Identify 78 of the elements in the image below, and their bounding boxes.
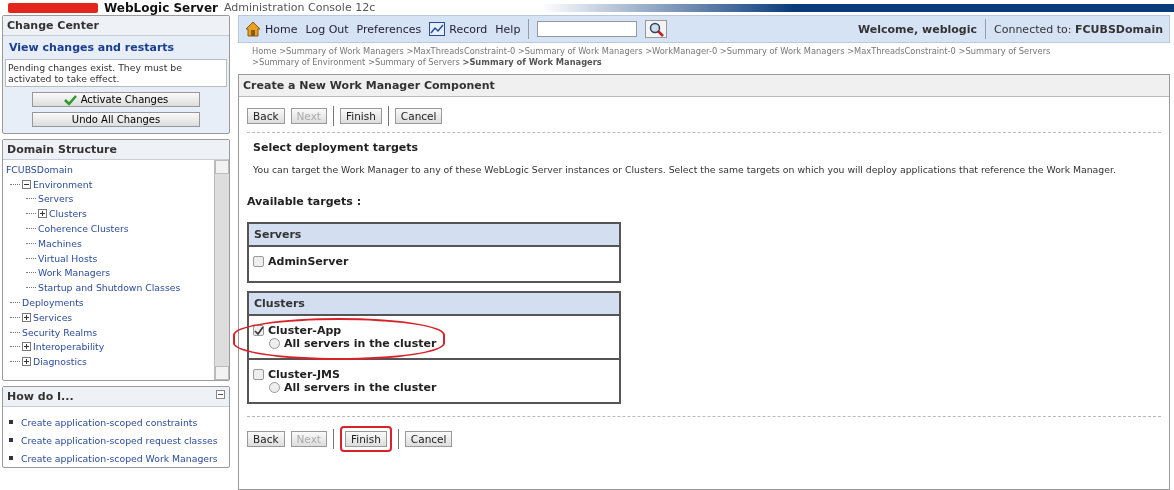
tree-link[interactable]: Startup and Shutdown Classes xyxy=(38,282,181,294)
wizard-button[interactable]: Finish xyxy=(344,431,387,447)
home-icon xyxy=(245,21,261,37)
target-name: AdminServer xyxy=(268,255,349,268)
tree-link[interactable]: Servers xyxy=(38,193,74,205)
collapse-icon xyxy=(216,390,225,399)
connection-text: Connected to: FCUBSDomain xyxy=(994,22,1163,36)
breadcrumb-link[interactable]: >Summary of Servers xyxy=(958,46,1051,56)
checkbox[interactable] xyxy=(253,325,264,336)
chart-icon xyxy=(429,22,446,36)
wizard-button[interactable]: Cancel xyxy=(404,431,453,447)
tree-link[interactable]: Coherence Clusters xyxy=(38,223,129,235)
bullet-icon xyxy=(9,420,13,424)
toolbar-link[interactable]: Log Out xyxy=(305,22,349,36)
breadcrumb-link[interactable]: >Summary of Work Managers xyxy=(279,46,404,56)
target-name: Cluster-JMS xyxy=(268,368,340,381)
tree-link[interactable]: Deployments xyxy=(22,297,84,309)
check-icon xyxy=(253,326,264,335)
toolbar-link[interactable]: Preferences xyxy=(356,22,422,36)
breadcrumb-link[interactable]: >MaxThreadsConstraint-0 xyxy=(406,46,516,56)
table-header: Clusters xyxy=(249,293,619,316)
tree-link[interactable]: FCUBSDomain xyxy=(6,163,73,175)
breadcrumb-link[interactable]: >Summary of Environment xyxy=(252,57,366,67)
wizard-button[interactable]: Back xyxy=(247,108,285,124)
target-name: Cluster-App xyxy=(268,324,342,337)
toolbar-link[interactable]: Home xyxy=(245,21,298,37)
breadcrumb-link[interactable]: >Summary of Work Managers xyxy=(462,57,602,67)
toolbar-link[interactable]: Help xyxy=(495,22,521,36)
breadcrumb-link[interactable]: >Summary of Servers xyxy=(367,57,460,67)
panel-title: Domain Structure xyxy=(3,140,229,160)
table-header: Servers xyxy=(249,224,619,247)
breadcrumb-link[interactable]: >WorkManager-0 xyxy=(645,46,718,56)
product-name: WebLogic Server xyxy=(104,0,218,15)
wizard-button[interactable]: Cancel xyxy=(394,108,443,124)
option-label: All servers in the cluster xyxy=(284,381,437,394)
pending-message: Pending changes exist. They must be activated to take effect. xyxy=(5,59,227,87)
help-link[interactable]: Create application-scoped Work Managers xyxy=(21,452,218,464)
undo-button[interactable]: Undo All Changes xyxy=(32,112,200,127)
bullet-icon xyxy=(9,456,13,460)
tree-link[interactable]: Environment xyxy=(33,178,93,190)
tree-link[interactable]: Services xyxy=(33,311,73,323)
panel-title: Change Center xyxy=(3,16,229,36)
welcome-text: Welcome, weblogic xyxy=(858,22,977,36)
help-link[interactable]: Create application-scoped request classes xyxy=(21,434,218,446)
description-text: You can target the Work Manager to any of these WebLogic Server instances or Clusters. Select the same targets on which you will deploy applications that reference the Work Manager. xyxy=(252,163,1117,175)
checkbox[interactable] xyxy=(253,369,264,380)
breadcrumb-link[interactable]: Home xyxy=(252,46,277,56)
scrollbar[interactable] xyxy=(214,160,229,380)
bullet-icon xyxy=(9,438,13,442)
search-button[interactable] xyxy=(645,20,668,38)
tree-link[interactable]: Security Realms xyxy=(22,326,98,338)
tree-link[interactable]: Machines xyxy=(38,237,82,249)
changes-link[interactable]: View changes and restarts xyxy=(3,36,229,59)
search-field[interactable] xyxy=(537,21,638,37)
breadcrumb-link[interactable]: >MaxThreadsConstraint-0 xyxy=(847,46,956,56)
section-heading: Select deployment targets xyxy=(252,140,420,154)
check-icon xyxy=(63,93,77,106)
tree-link[interactable]: Interoperability xyxy=(33,341,105,353)
help-link[interactable]: Create application-scoped constraints xyxy=(21,416,198,428)
tree-link[interactable]: Clusters xyxy=(49,208,87,220)
activate-button[interactable]: Activate Changes xyxy=(32,92,200,107)
radio-button[interactable] xyxy=(269,382,280,393)
breadcrumb-link[interactable]: >Summary of Work Managers xyxy=(517,46,643,56)
checkbox[interactable] xyxy=(253,256,264,267)
wizard-title: Create a New Work Manager Component xyxy=(239,75,1169,97)
tree-link[interactable]: Virtual Hosts xyxy=(38,252,98,264)
breadcrumb-link[interactable]: >Summary of Work Managers xyxy=(719,46,845,56)
option-label: All servers in the cluster xyxy=(284,337,437,350)
wizard-button[interactable]: Back xyxy=(247,431,285,447)
search-icon xyxy=(648,21,664,37)
tree-link[interactable]: Work Managers xyxy=(38,267,111,279)
toolbar-link[interactable]: Record xyxy=(429,22,488,36)
product-subtitle: Administration Console 12c xyxy=(224,1,376,14)
targets-label: Available targets : xyxy=(247,194,363,208)
radio-button[interactable] xyxy=(269,338,280,349)
wizard-button[interactable]: Finish xyxy=(339,108,382,124)
panel-title: How do I... xyxy=(7,390,74,403)
tree-link[interactable]: Diagnostics xyxy=(33,356,87,368)
